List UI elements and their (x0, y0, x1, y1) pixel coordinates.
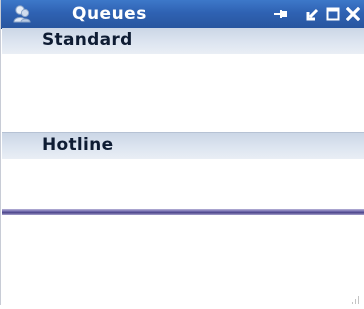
queue-list-hotline (2, 159, 364, 210)
panel-divider[interactable] (2, 209, 364, 215)
queue-label: Hotline (42, 135, 114, 155)
queue-list-standard (2, 54, 364, 132)
queue-label: Standard (42, 30, 133, 50)
window-title: Queues (72, 4, 147, 24)
title-bar[interactable]: Queues (1, 0, 364, 29)
queue-header-standard[interactable]: Standard (2, 28, 364, 54)
pin-icon[interactable] (273, 6, 289, 22)
close-icon[interactable] (344, 6, 362, 22)
queues-app-icon (12, 4, 32, 24)
maximize-icon[interactable] (325, 6, 341, 22)
resize-grip-icon[interactable] (349, 290, 361, 304)
queues-window: Queues Standard Hotline (0, 0, 364, 305)
queue-header-hotline[interactable]: Hotline (2, 132, 364, 159)
restore-icon[interactable] (305, 6, 321, 22)
